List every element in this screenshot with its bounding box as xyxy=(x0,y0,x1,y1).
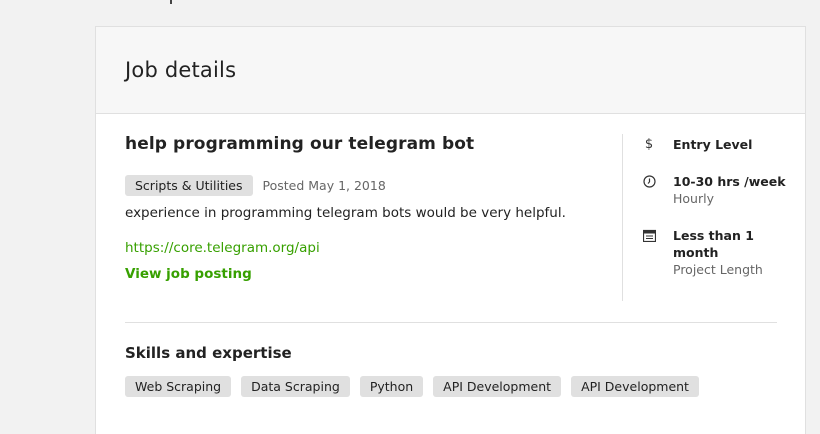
skill-tag[interactable]: Data Scraping xyxy=(241,376,350,397)
view-job-posting-link[interactable]: View job posting xyxy=(125,266,595,282)
experience-level: Entry Level xyxy=(673,137,753,152)
job-title: help programming our telegram bot xyxy=(125,134,475,154)
project-length-label: Project Length xyxy=(673,262,763,277)
pay-type: Hourly xyxy=(673,191,714,206)
hours-per-week: 10-30 hrs /week xyxy=(673,174,786,189)
posted-date: Posted May 1, 2018 xyxy=(262,178,386,193)
skills-title: Skills and expertise xyxy=(125,344,292,362)
card-title: Job details xyxy=(125,58,237,82)
skill-tag[interactable]: Python xyxy=(359,376,424,397)
job-meta: Scripts & Utilities Posted May 1, 2018 xyxy=(125,175,595,196)
dollar-icon: $ xyxy=(644,136,654,152)
sidebar-item-experience: $ Entry Level xyxy=(642,136,792,153)
job-sidebar: $ Entry Level 10-30 hrs /week Hourly Les… xyxy=(642,136,792,298)
job-main-column: help programming our telegram bot Script… xyxy=(125,134,595,282)
card-header: Job details xyxy=(96,27,805,114)
horizontal-divider xyxy=(125,322,777,323)
info-clock-icon xyxy=(642,174,656,188)
job-description: experience in programming telegram bots … xyxy=(125,205,566,221)
clipped-heading xyxy=(150,0,180,4)
calendar-icon xyxy=(642,228,656,242)
project-length-value: Less than 1 month xyxy=(673,228,754,260)
sidebar-item-hours: 10-30 hrs /week Hourly xyxy=(642,173,792,207)
page: Job details help programming our telegra… xyxy=(0,0,820,434)
external-link[interactable]: https://core.telegram.org/api xyxy=(125,240,595,256)
skills-list: Web Scraping Data Scraping Python API De… xyxy=(125,376,699,397)
vertical-divider xyxy=(622,134,623,301)
skill-tag[interactable]: API Development xyxy=(571,376,699,397)
sidebar-item-length: Less than 1 month Project Length xyxy=(642,227,792,278)
skill-tag[interactable]: Web Scraping xyxy=(125,376,232,397)
category-tag[interactable]: Scripts & Utilities xyxy=(125,175,253,196)
skill-tag[interactable]: API Development xyxy=(433,376,562,397)
job-details-card: Job details help programming our telegra… xyxy=(95,26,806,434)
